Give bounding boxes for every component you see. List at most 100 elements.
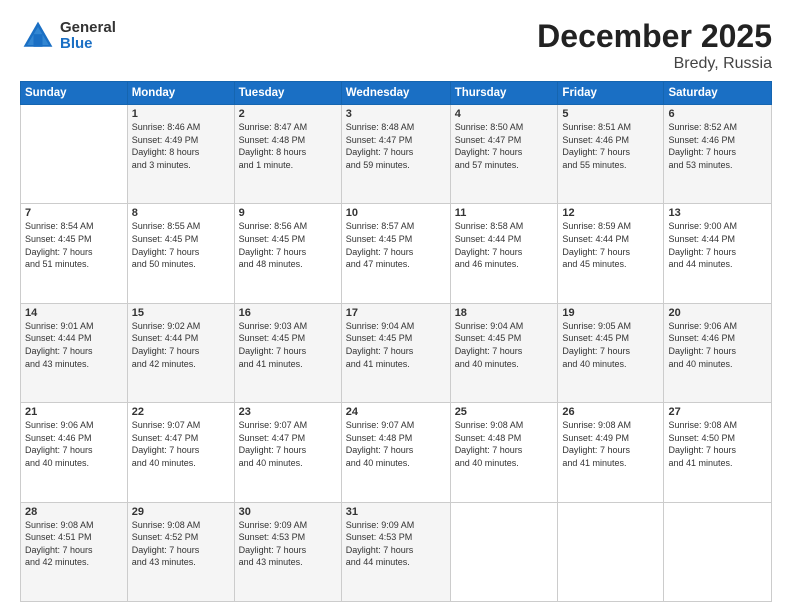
calendar-subtitle: Bredy, Russia bbox=[537, 55, 772, 73]
day-info: Sunrise: 9:04 AM Sunset: 4:45 PM Dayligh… bbox=[346, 321, 415, 369]
day-info: Sunrise: 9:08 AM Sunset: 4:52 PM Dayligh… bbox=[132, 520, 201, 568]
day-number: 20 bbox=[668, 307, 767, 319]
day-number: 17 bbox=[346, 307, 446, 319]
calendar-cell: 21 Sunrise: 9:06 AM Sunset: 4:46 PM Dayli… bbox=[21, 403, 128, 502]
day-number: 1 bbox=[132, 108, 230, 120]
calendar-cell: 14 Sunrise: 9:01 AM Sunset: 4:44 PM Dayli… bbox=[21, 303, 128, 402]
day-info: Sunrise: 9:07 AM Sunset: 4:47 PM Dayligh… bbox=[239, 420, 308, 468]
calendar-cell: 19 Sunrise: 9:05 AM Sunset: 4:45 PM Dayli… bbox=[558, 303, 664, 402]
day-info: Sunrise: 9:00 AM Sunset: 4:44 PM Dayligh… bbox=[668, 221, 737, 269]
calendar-cell: 20 Sunrise: 9:06 AM Sunset: 4:46 PM Dayli… bbox=[664, 303, 772, 402]
calendar-cell: 24 Sunrise: 9:07 AM Sunset: 4:48 PM Dayli… bbox=[341, 403, 450, 502]
calendar-cell: 27 Sunrise: 9:08 AM Sunset: 4:50 PM Dayli… bbox=[664, 403, 772, 502]
header-row: Sunday Monday Tuesday Wednesday Thursday… bbox=[21, 82, 772, 105]
day-info: Sunrise: 9:04 AM Sunset: 4:45 PM Dayligh… bbox=[455, 321, 524, 369]
day-info: Sunrise: 8:52 AM Sunset: 4:46 PM Dayligh… bbox=[668, 122, 737, 170]
calendar-cell: 3Sunrise: 8:48 AM Sunset: 4:47 PM Daylig… bbox=[341, 105, 450, 204]
header: General Blue December 2025 Bredy, Russia bbox=[20, 18, 772, 73]
day-info: Sunrise: 9:05 AM Sunset: 4:45 PM Dayligh… bbox=[562, 321, 631, 369]
day-info: Sunrise: 9:09 AM Sunset: 4:53 PM Dayligh… bbox=[239, 520, 308, 568]
day-number: 24 bbox=[346, 406, 446, 418]
calendar-cell: 28Sunrise: 9:08 AM Sunset: 4:51 PM Dayli… bbox=[21, 502, 128, 601]
day-info: Sunrise: 9:07 AM Sunset: 4:47 PM Dayligh… bbox=[132, 420, 201, 468]
day-number: 9 bbox=[239, 207, 337, 219]
day-info: Sunrise: 8:58 AM Sunset: 4:44 PM Dayligh… bbox=[455, 221, 524, 269]
calendar-cell: 26 Sunrise: 9:08 AM Sunset: 4:49 PM Dayli… bbox=[558, 403, 664, 502]
day-info: Sunrise: 9:01 AM Sunset: 4:44 PM Dayligh… bbox=[25, 321, 94, 369]
day-number: 5 bbox=[562, 108, 659, 120]
calendar-cell: 31 Sunrise: 9:09 AM Sunset: 4:53 PM Dayli… bbox=[341, 502, 450, 601]
day-info: Sunrise: 9:02 AM Sunset: 4:44 PM Dayligh… bbox=[132, 321, 201, 369]
calendar-body: 1 Sunrise: 8:46 AM Sunset: 4:49 PM Daylig… bbox=[21, 105, 772, 602]
calendar-cell: 23 Sunrise: 9:07 AM Sunset: 4:47 PM Dayli… bbox=[234, 403, 341, 502]
calendar-table: Sunday Monday Tuesday Wednesday Thursday… bbox=[20, 81, 772, 602]
day-number: 30 bbox=[239, 506, 337, 518]
day-number: 8 bbox=[132, 207, 230, 219]
calendar-cell: 5 Sunrise: 8:51 AM Sunset: 4:46 PM Daylig… bbox=[558, 105, 664, 204]
calendar-row-3: 21 Sunrise: 9:06 AM Sunset: 4:46 PM Dayli… bbox=[21, 403, 772, 502]
day-info: Sunrise: 8:57 AM Sunset: 4:45 PM Dayligh… bbox=[346, 221, 415, 269]
day-number: 14 bbox=[25, 307, 123, 319]
day-info: Sunrise: 9:07 AM Sunset: 4:48 PM Dayligh… bbox=[346, 420, 415, 468]
calendar-cell: 16Sunrise: 9:03 AM Sunset: 4:45 PM Dayli… bbox=[234, 303, 341, 402]
day-info: Sunrise: 8:51 AM Sunset: 4:46 PM Dayligh… bbox=[562, 122, 631, 170]
th-tuesday: Tuesday bbox=[234, 82, 341, 105]
logo-text: General Blue bbox=[60, 20, 116, 53]
day-info: Sunrise: 9:09 AM Sunset: 4:53 PM Dayligh… bbox=[346, 520, 415, 568]
day-number: 2 bbox=[239, 108, 337, 120]
day-number: 26 bbox=[562, 406, 659, 418]
day-number: 7 bbox=[25, 207, 123, 219]
calendar-cell: 6 Sunrise: 8:52 AM Sunset: 4:46 PM Daylig… bbox=[664, 105, 772, 204]
calendar-cell: 2 Sunrise: 8:47 AM Sunset: 4:48 PM Daylig… bbox=[234, 105, 341, 204]
day-number: 22 bbox=[132, 406, 230, 418]
th-wednesday: Wednesday bbox=[341, 82, 450, 105]
calendar-cell: 30 Sunrise: 9:09 AM Sunset: 4:53 PM Dayli… bbox=[234, 502, 341, 601]
day-number: 25 bbox=[455, 406, 554, 418]
calendar-title: December 2025 bbox=[537, 18, 772, 55]
th-sunday: Sunday bbox=[21, 82, 128, 105]
logo: General Blue bbox=[20, 18, 116, 54]
calendar-cell: 11Sunrise: 8:58 AM Sunset: 4:44 PM Dayli… bbox=[450, 204, 558, 303]
day-info: Sunrise: 8:50 AM Sunset: 4:47 PM Dayligh… bbox=[455, 122, 524, 170]
day-number: 4 bbox=[455, 108, 554, 120]
calendar-cell: 17 Sunrise: 9:04 AM Sunset: 4:45 PM Dayli… bbox=[341, 303, 450, 402]
th-monday: Monday bbox=[127, 82, 234, 105]
day-number: 10 bbox=[346, 207, 446, 219]
calendar-cell: 13Sunrise: 9:00 AM Sunset: 4:44 PM Dayli… bbox=[664, 204, 772, 303]
calendar-cell: 29Sunrise: 9:08 AM Sunset: 4:52 PM Dayli… bbox=[127, 502, 234, 601]
calendar-cell bbox=[21, 105, 128, 204]
calendar-cell bbox=[450, 502, 558, 601]
th-saturday: Saturday bbox=[664, 82, 772, 105]
day-number: 23 bbox=[239, 406, 337, 418]
calendar-cell bbox=[558, 502, 664, 601]
day-number: 27 bbox=[668, 406, 767, 418]
calendar-row-0: 1 Sunrise: 8:46 AM Sunset: 4:49 PM Daylig… bbox=[21, 105, 772, 204]
day-number: 31 bbox=[346, 506, 446, 518]
day-info: Sunrise: 8:54 AM Sunset: 4:45 PM Dayligh… bbox=[25, 221, 94, 269]
day-info: Sunrise: 8:47 AM Sunset: 4:48 PM Dayligh… bbox=[239, 122, 308, 170]
calendar-cell: 12Sunrise: 8:59 AM Sunset: 4:44 PM Dayli… bbox=[558, 204, 664, 303]
logo-icon bbox=[20, 18, 56, 54]
day-info: Sunrise: 9:08 AM Sunset: 4:48 PM Dayligh… bbox=[455, 420, 524, 468]
day-info: Sunrise: 9:06 AM Sunset: 4:46 PM Dayligh… bbox=[25, 420, 94, 468]
calendar-cell: 25 Sunrise: 9:08 AM Sunset: 4:48 PM Dayli… bbox=[450, 403, 558, 502]
day-info: Sunrise: 9:08 AM Sunset: 4:49 PM Dayligh… bbox=[562, 420, 631, 468]
calendar-cell: 8Sunrise: 8:55 AM Sunset: 4:45 PM Daylig… bbox=[127, 204, 234, 303]
day-info: Sunrise: 9:06 AM Sunset: 4:46 PM Dayligh… bbox=[668, 321, 737, 369]
day-info: Sunrise: 9:03 AM Sunset: 4:45 PM Dayligh… bbox=[239, 321, 308, 369]
day-info: Sunrise: 9:08 AM Sunset: 4:51 PM Dayligh… bbox=[25, 520, 94, 568]
calendar-thead: Sunday Monday Tuesday Wednesday Thursday… bbox=[21, 82, 772, 105]
day-info: Sunrise: 9:08 AM Sunset: 4:50 PM Dayligh… bbox=[668, 420, 737, 468]
day-number: 21 bbox=[25, 406, 123, 418]
calendar-cell: 4 Sunrise: 8:50 AM Sunset: 4:47 PM Daylig… bbox=[450, 105, 558, 204]
day-info: Sunrise: 8:46 AM Sunset: 4:49 PM Dayligh… bbox=[132, 122, 201, 170]
day-number: 12 bbox=[562, 207, 659, 219]
title-block: December 2025 Bredy, Russia bbox=[537, 18, 772, 73]
calendar-cell: 10 Sunrise: 8:57 AM Sunset: 4:45 PM Dayli… bbox=[341, 204, 450, 303]
day-info: Sunrise: 8:48 AM Sunset: 4:47 PM Dayligh… bbox=[346, 122, 415, 170]
day-number: 19 bbox=[562, 307, 659, 319]
day-number: 6 bbox=[668, 108, 767, 120]
calendar-row-4: 28Sunrise: 9:08 AM Sunset: 4:51 PM Dayli… bbox=[21, 502, 772, 601]
th-thursday: Thursday bbox=[450, 82, 558, 105]
logo-blue-label: Blue bbox=[60, 36, 116, 53]
